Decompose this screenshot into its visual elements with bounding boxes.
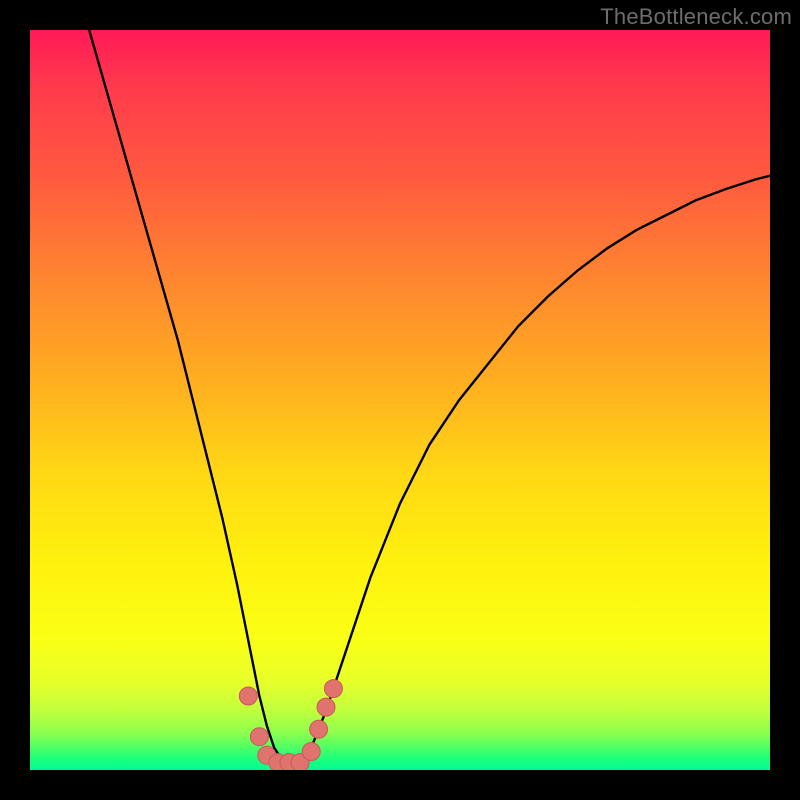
watermark-text: TheBottleneck.com [600,4,792,30]
curve-marker [310,720,328,738]
bottleneck-curve [89,30,770,763]
plot-area [30,30,770,770]
curve-marker [302,743,320,761]
curve-marker [250,728,268,746]
curve-marker [317,698,335,716]
curve-marker [239,687,257,705]
curve-markers [239,680,342,770]
curve-marker [324,680,342,698]
bottleneck-curve-svg [30,30,770,770]
chart-frame: TheBottleneck.com [0,0,800,800]
